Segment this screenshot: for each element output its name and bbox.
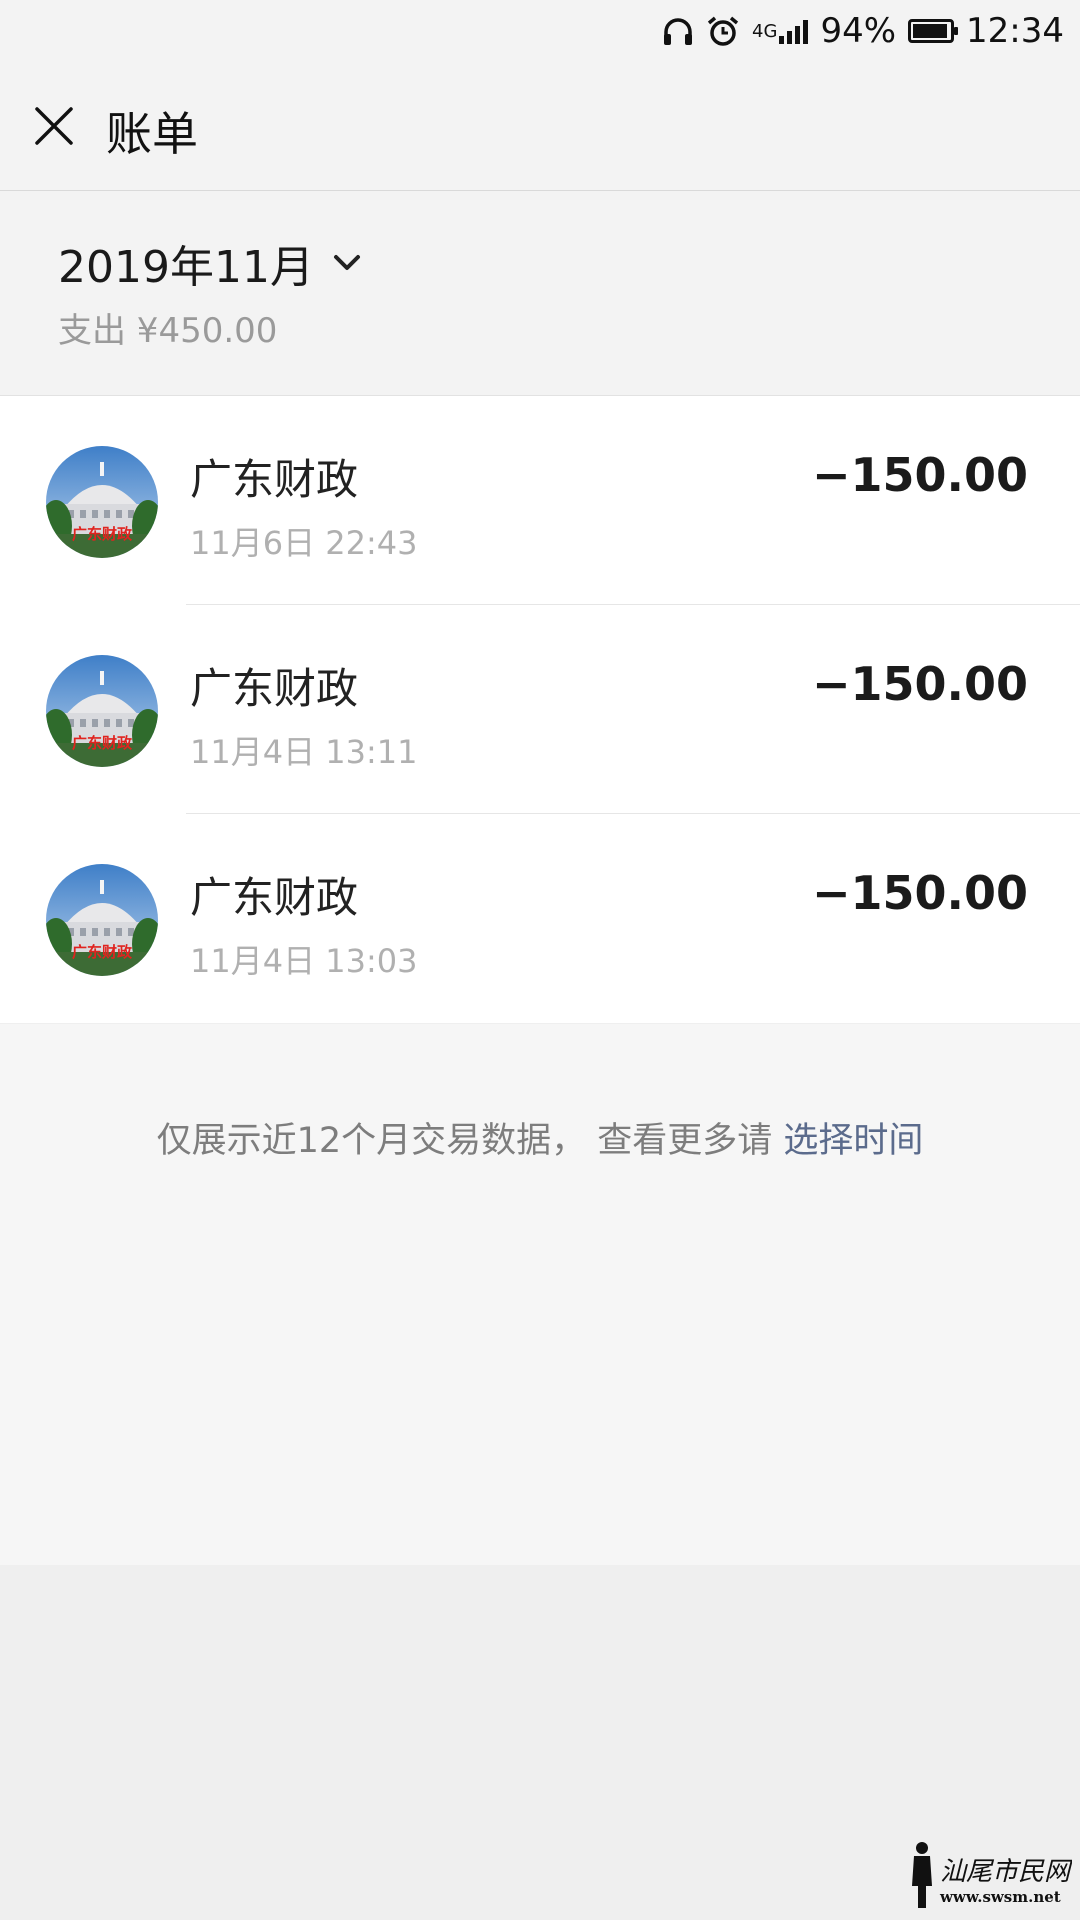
merchant-name: 广东财政 bbox=[190, 455, 359, 504]
headphones-icon bbox=[662, 16, 694, 46]
expense-total: 支出 ¥450.00 bbox=[58, 311, 278, 351]
svg-text:汕尾市民网: 汕尾市民网 bbox=[940, 1857, 1072, 1887]
transaction-amount: −150.00 bbox=[811, 866, 1028, 920]
status-icons: 4G 94% 12:34 bbox=[662, 8, 1064, 54]
transaction-time: 11月6日 22:43 bbox=[190, 524, 418, 562]
month-label: 2019年11月 bbox=[58, 242, 314, 293]
nav-bar: 账单 bbox=[0, 62, 1080, 191]
transaction-item[interactable]: 广东财政 广东财政 11月4日 13:03 −150.00 bbox=[0, 814, 1080, 1023]
transaction-item[interactable]: 广东财政 广东财政 11月6日 22:43 −150.00 bbox=[0, 396, 1080, 605]
transaction-time: 11月4日 13:03 bbox=[190, 942, 418, 980]
battery-percent: 94% bbox=[820, 11, 897, 51]
select-time-link[interactable]: 选择时间 bbox=[783, 1121, 923, 1161]
svg-text:www.swsm.net: www.swsm.net bbox=[939, 1888, 1061, 1906]
footer-area: 仅展示近12个月交易数据， 查看更多请 选择时间 bbox=[0, 1024, 1080, 1565]
alarm-icon bbox=[706, 15, 740, 47]
signal-icon: 4G bbox=[752, 18, 809, 44]
transaction-time: 11月4日 13:11 bbox=[190, 733, 418, 771]
battery-icon bbox=[908, 19, 959, 43]
chevron-down-icon bbox=[333, 255, 360, 270]
transaction-amount: −150.00 bbox=[811, 657, 1028, 711]
merchant-avatar: 广东财政 bbox=[46, 864, 158, 976]
merchant-avatar: 广东财政 bbox=[46, 446, 158, 558]
close-icon bbox=[35, 107, 73, 145]
merchant-name: 广东财政 bbox=[190, 664, 359, 713]
footer-note-text: 仅展示近12个月交易数据， 查看更多请 bbox=[156, 1121, 784, 1161]
transaction-item[interactable]: 广东财政 广东财政 11月4日 13:11 −150.00 bbox=[0, 605, 1080, 814]
merchant-name: 广东财政 bbox=[190, 873, 359, 922]
clock: 12:34 bbox=[966, 11, 1064, 51]
transaction-amount: −150.00 bbox=[811, 448, 1028, 502]
close-button[interactable] bbox=[24, 96, 84, 156]
watermark-logo: 汕尾市民网 www.swsm.net bbox=[902, 1836, 1073, 1912]
status-bar: 4G 94% 12:34 bbox=[0, 0, 1080, 62]
avatar-label: 广东财政 bbox=[72, 734, 133, 752]
month-summary: 2019年11月 支出 ¥450.00 bbox=[0, 191, 1080, 396]
month-selector[interactable]: 2019年11月 bbox=[58, 231, 362, 295]
transaction-list: 广东财政 广东财政 11月6日 22:43 −150.00 广东财政 广东财政 … bbox=[0, 396, 1080, 1023]
footer-note: 仅展示近12个月交易数据， 查看更多请 选择时间 bbox=[0, 1112, 1080, 1163]
avatar-label: 广东财政 bbox=[72, 943, 133, 961]
network-type: 4G bbox=[752, 20, 778, 42]
page-title: 账单 bbox=[106, 107, 198, 161]
avatar-label: 广东财政 bbox=[72, 525, 133, 543]
merchant-avatar: 广东财政 bbox=[46, 655, 158, 767]
